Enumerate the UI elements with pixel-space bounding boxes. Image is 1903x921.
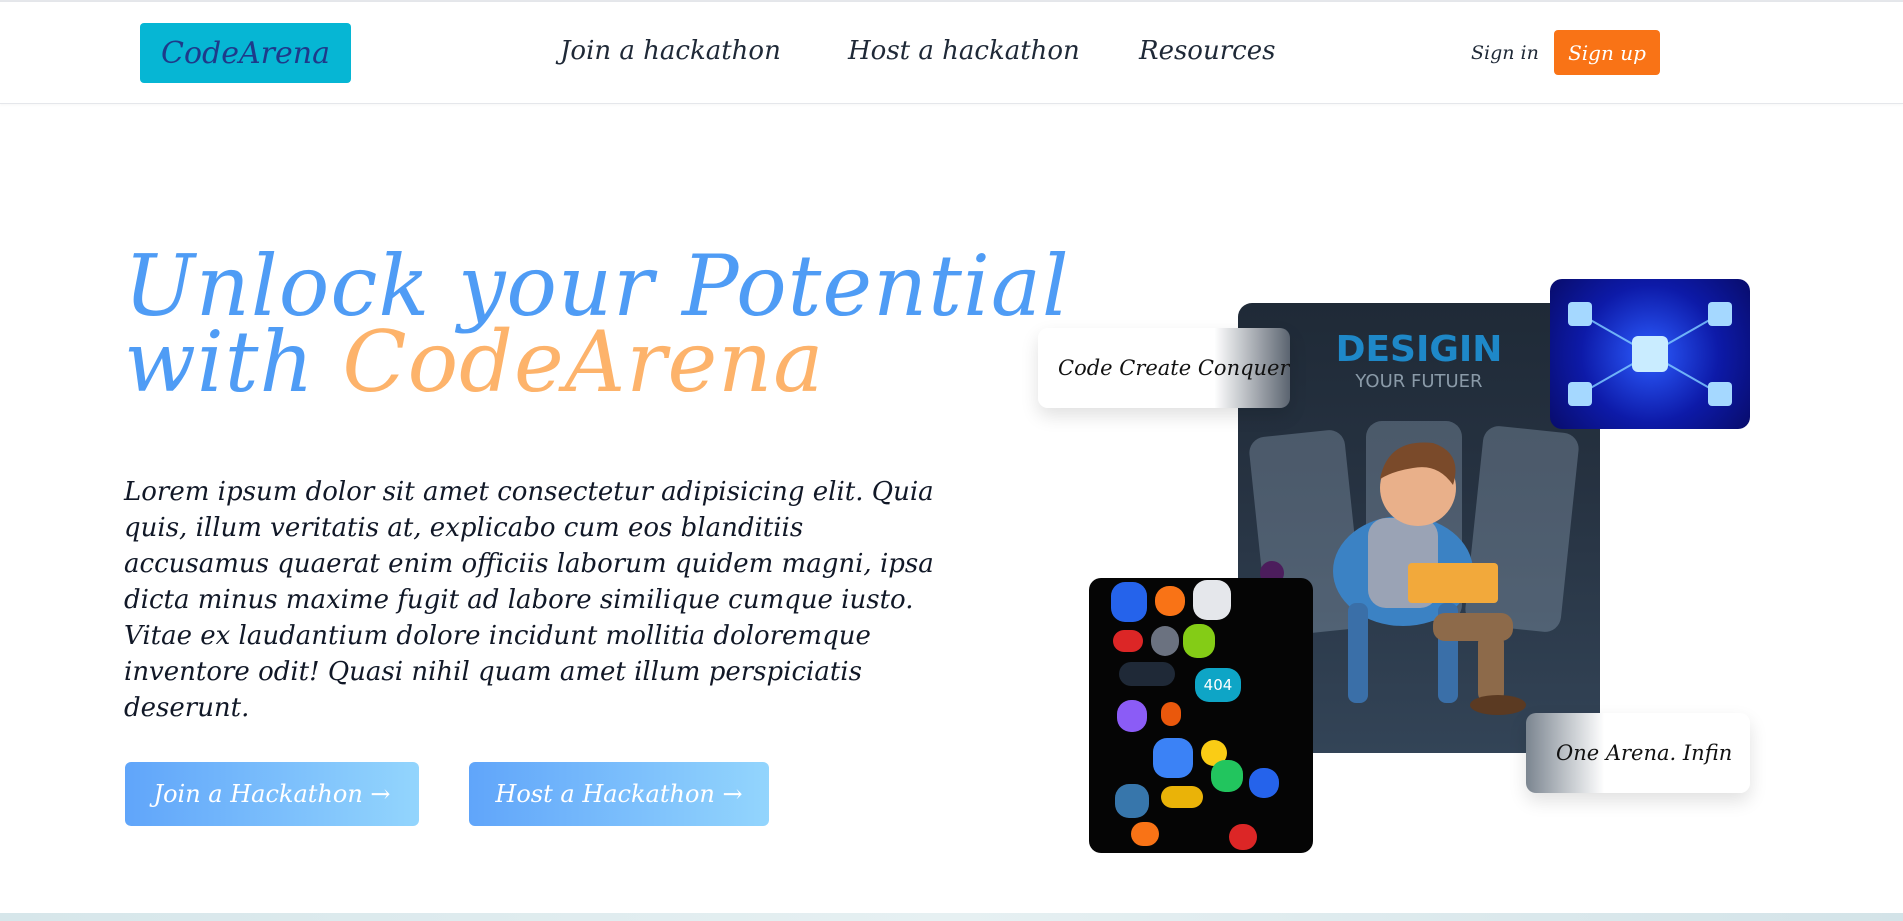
sign-up-button[interactable]: Sign up	[1554, 30, 1660, 75]
vscode-icon	[1249, 768, 1279, 798]
error-404-icon: 404	[1195, 668, 1241, 702]
hero-title-brand: CodeArena	[342, 313, 825, 411]
bug-icon	[1131, 822, 1159, 846]
pycharm-icon	[1211, 760, 1243, 792]
android-icon	[1183, 624, 1215, 658]
network-graph-icon	[1568, 302, 1732, 406]
hero-description: Lorem ipsum dolor sit amet consectetur a…	[124, 477, 934, 723]
host-hackathon-button[interactable]: Host a Hackathon →	[469, 762, 769, 826]
nav-host-hackathon[interactable]: Host a hackathon	[848, 36, 1080, 66]
nav-resources[interactable]: Resources	[1139, 36, 1275, 66]
sign-in-link[interactable]: Sign in	[1471, 42, 1539, 64]
apple-icon	[1153, 738, 1193, 778]
css3-icon	[1111, 582, 1147, 622]
join-hackathon-button[interactable]: Join a Hackathon →	[125, 762, 419, 826]
mysql-icon	[1119, 662, 1175, 686]
kotlin-icon	[1117, 700, 1147, 732]
anonymous-mask-icon	[1193, 580, 1231, 620]
hat-icon	[1161, 786, 1203, 808]
nav-join-hackathon[interactable]: Join a hackathon	[560, 36, 781, 66]
one-arena-chip: One Arena. Infin	[1526, 713, 1750, 793]
python-icon	[1115, 784, 1149, 818]
html5-icon	[1161, 702, 1181, 726]
network-image	[1550, 279, 1750, 429]
git-icon	[1229, 824, 1257, 850]
site-header: CodeArena Join a hackathon Host a hackat…	[0, 2, 1903, 104]
tech-icons-image: 404	[1089, 578, 1313, 853]
swift-icon	[1155, 586, 1185, 616]
hero-title: Unlock your Potential with CodeArena	[124, 244, 1070, 404]
php-icon	[1151, 626, 1179, 656]
logo[interactable]: CodeArena	[140, 23, 351, 83]
code-create-conquer-chip: Code Create Conquer	[1038, 328, 1290, 408]
page-bottom-strip	[0, 913, 1903, 921]
youtube-icon	[1113, 630, 1143, 652]
hero-title-prefix: with	[124, 313, 343, 411]
